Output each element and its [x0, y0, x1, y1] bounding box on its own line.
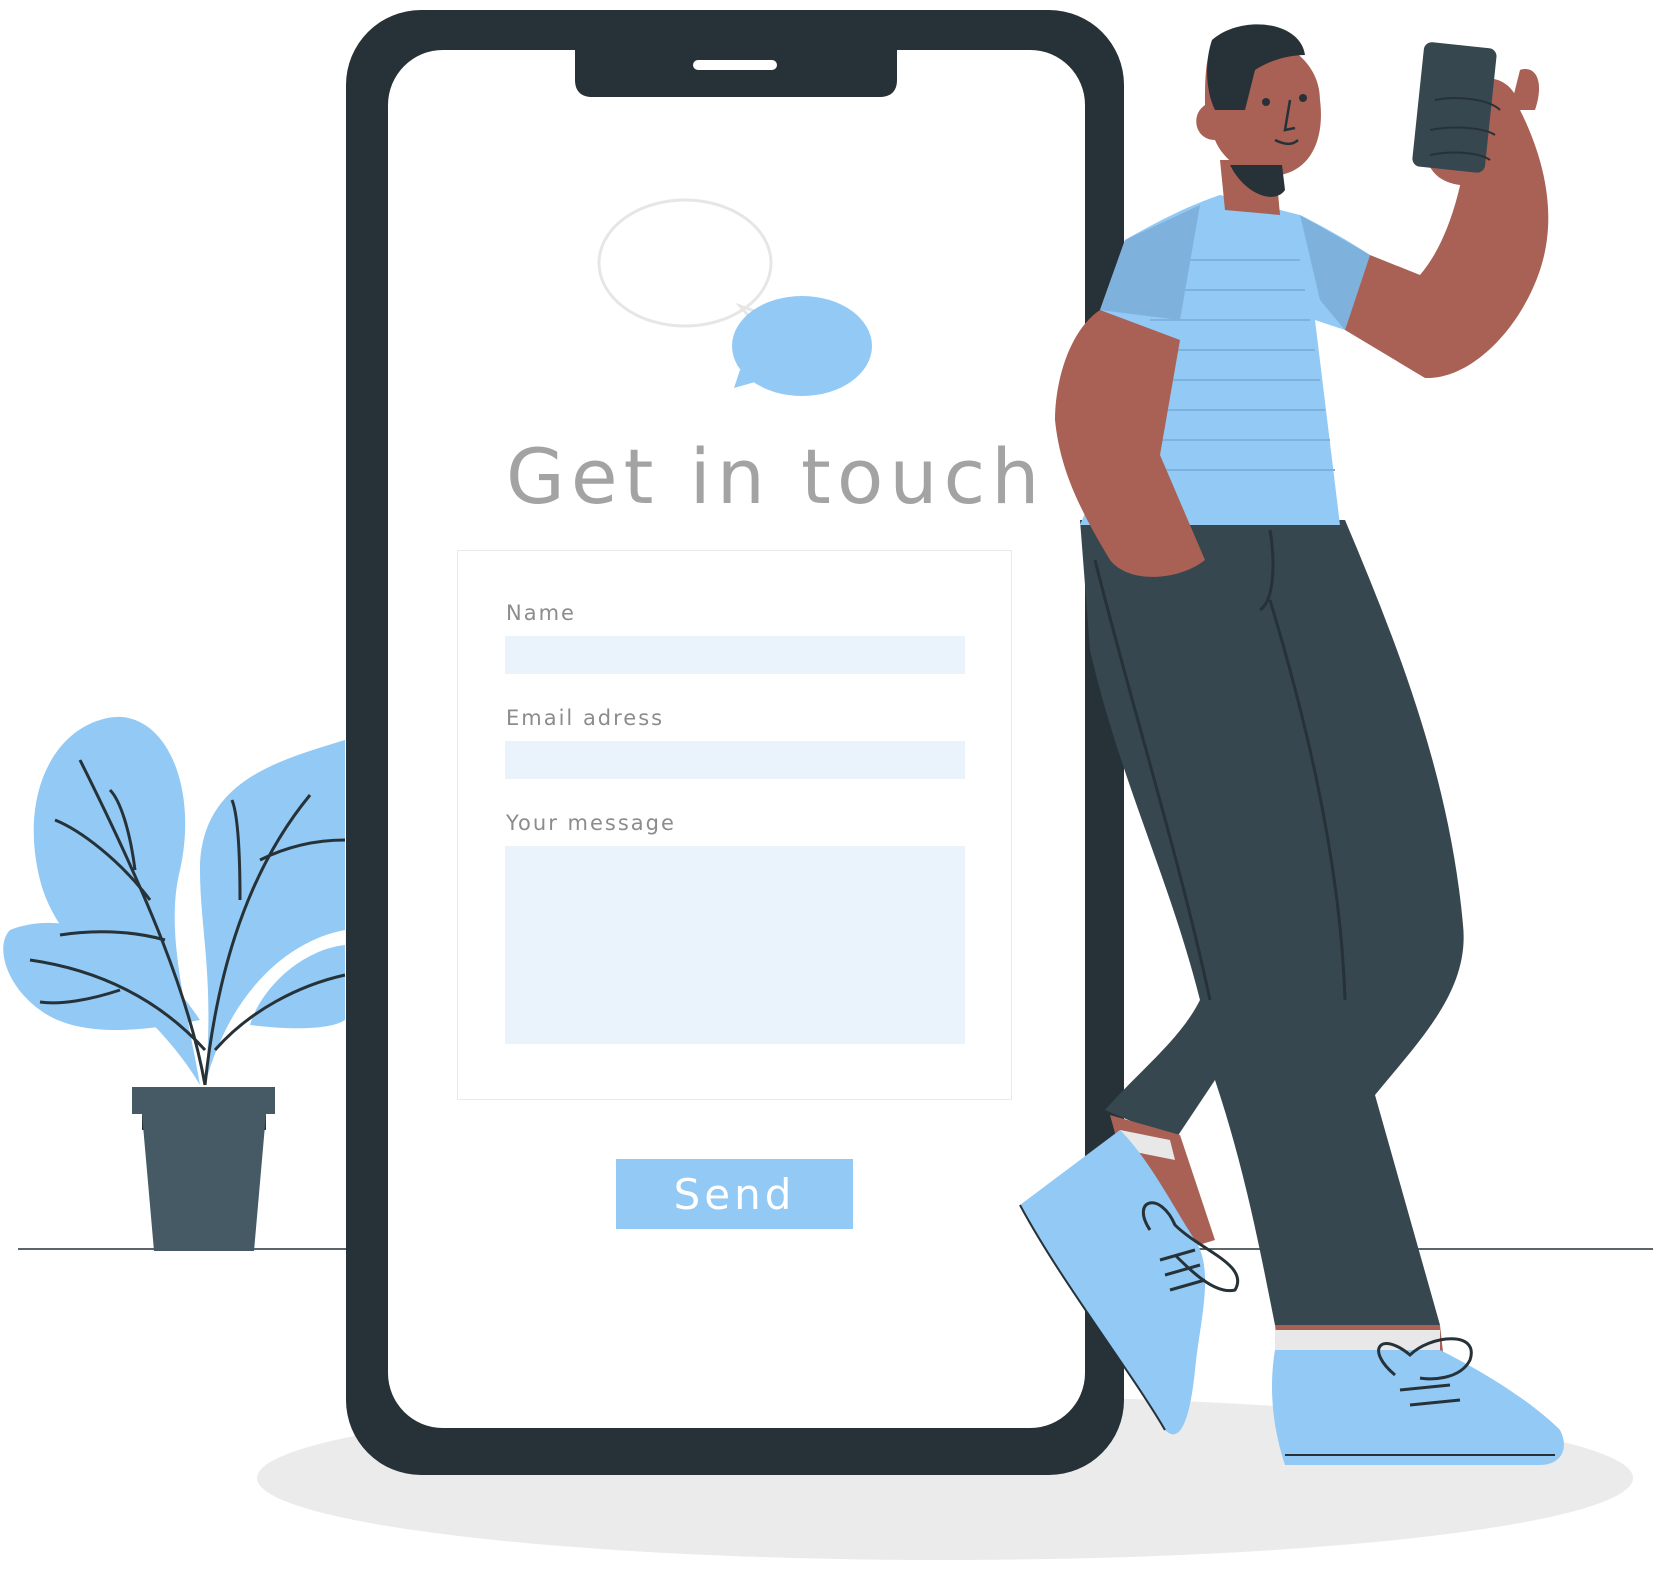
message-textarea[interactable] — [505, 846, 965, 1044]
name-label: Name — [506, 601, 576, 625]
message-label: Your message — [506, 811, 676, 835]
email-input[interactable] — [505, 741, 965, 779]
send-button[interactable]: Send — [616, 1159, 853, 1229]
potted-plant — [3, 716, 346, 1251]
name-input[interactable] — [505, 636, 965, 674]
email-label: Email adress — [506, 706, 665, 730]
page-title: Get in touch — [506, 432, 1046, 521]
